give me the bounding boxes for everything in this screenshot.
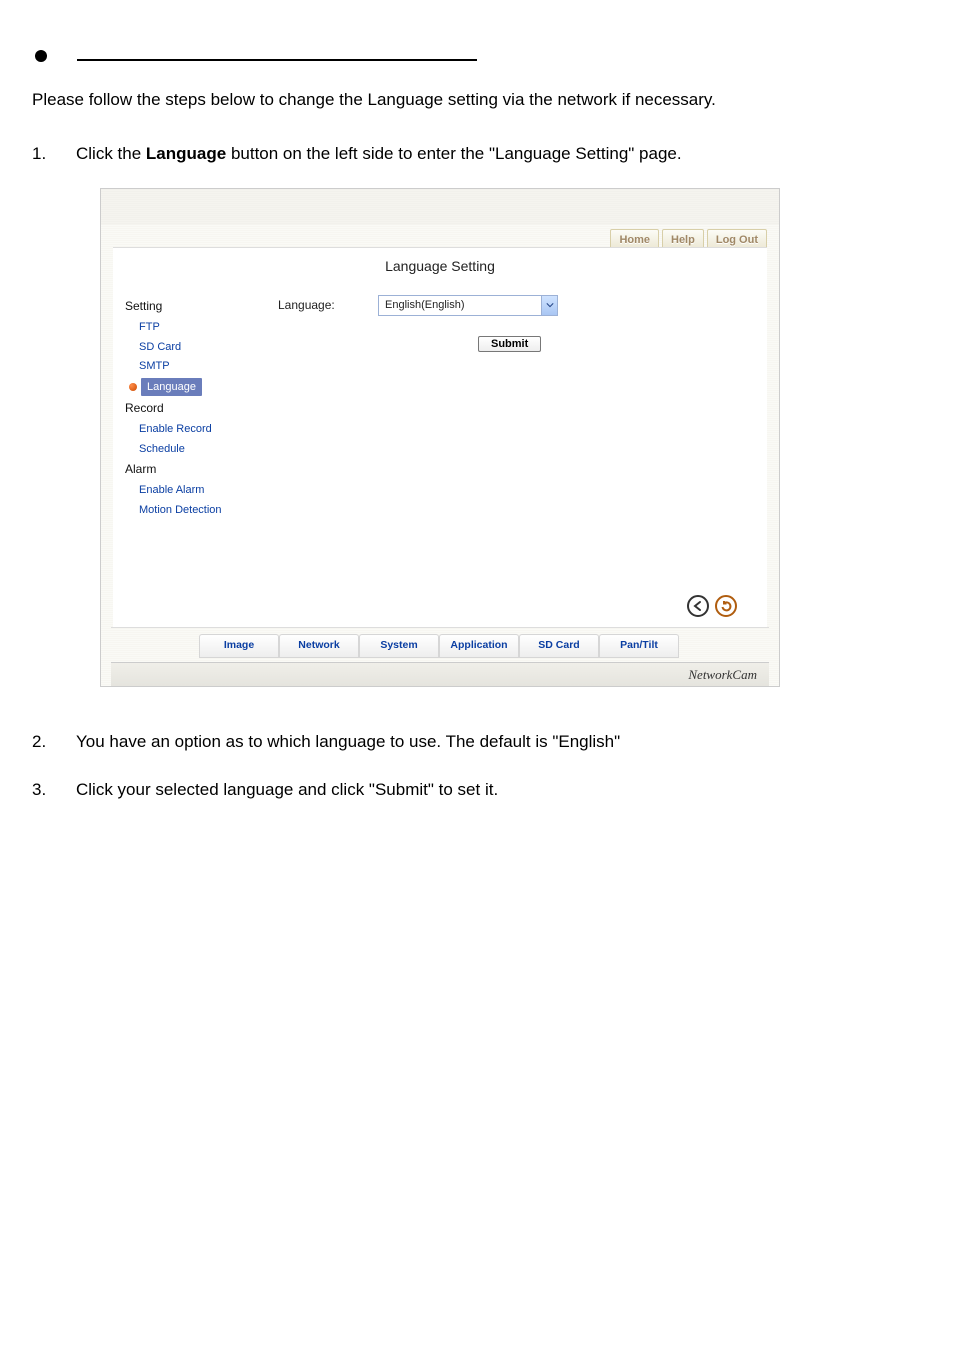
step-1: 1. Click the Language button on the left…: [32, 141, 924, 167]
tab-network[interactable]: Network: [279, 634, 359, 658]
active-orb-icon: [129, 383, 137, 391]
sidebar-item-language-label: Language: [141, 378, 202, 397]
tab-application[interactable]: Application: [439, 634, 519, 658]
chevron-down-icon: [541, 296, 557, 315]
sidebar-item-enable-record[interactable]: Enable Record: [139, 421, 278, 438]
step-2-body: You have an option as to which language …: [76, 729, 924, 755]
intro-text: Please follow the steps below to change …: [32, 87, 924, 113]
step-3-number: 3.: [32, 777, 76, 803]
sidebar-item-schedule[interactable]: Schedule: [139, 441, 278, 458]
sidebar-item-ftp[interactable]: FTP: [139, 319, 278, 336]
bottom-tab-bar: Image Network System Application SD Card…: [111, 627, 769, 662]
corner-icon-group: [687, 595, 737, 617]
step-2: 2. You have an option as to which langua…: [32, 729, 924, 755]
tab-image[interactable]: Image: [199, 634, 279, 658]
bullet-icon: [35, 50, 47, 62]
underline-placeholder: [77, 59, 477, 61]
sidebar-menu: Setting FTP SD Card SMTP Language Record…: [113, 295, 278, 521]
panel-title: Language Setting: [113, 256, 767, 277]
step-1-body: Click the Language button on the left si…: [76, 141, 924, 167]
main-form-area: Language: English(English) Submit: [278, 295, 767, 521]
sidebar-item-sdcard[interactable]: SD Card: [139, 339, 278, 356]
footer-brand: NetworkCam: [111, 662, 769, 687]
tab-system[interactable]: System: [359, 634, 439, 658]
screenshot-panel: Home Help Log Out Language Setting Setti…: [100, 188, 780, 687]
language-select[interactable]: English(English): [378, 295, 558, 316]
sidebar-item-enable-alarm[interactable]: Enable Alarm: [139, 482, 278, 499]
sidebar-item-language[interactable]: Language: [129, 378, 278, 397]
step-2-number: 2.: [32, 729, 76, 755]
step-1-bold: Language: [146, 144, 226, 163]
back-icon[interactable]: [687, 595, 709, 617]
step-1-post: button on the left side to enter the "La…: [226, 144, 681, 163]
step-3: 3. Click your selected language and clic…: [32, 777, 924, 803]
tab-pantilt[interactable]: Pan/Tilt: [599, 634, 679, 658]
language-field-label: Language:: [278, 296, 348, 314]
language-select-value: English(English): [379, 296, 541, 315]
tab-sdcard[interactable]: SD Card: [519, 634, 599, 658]
heading-bullet-row: [30, 50, 924, 62]
sidebar-heading-record: Record: [125, 399, 278, 417]
sidebar-item-smtp[interactable]: SMTP: [139, 358, 278, 375]
sidebar-heading-setting: Setting: [125, 297, 278, 315]
submit-button[interactable]: Submit: [478, 336, 541, 352]
step-1-pre: Click the: [76, 144, 146, 163]
sidebar-item-motion[interactable]: Motion Detection: [139, 502, 278, 519]
step-1-number: 1.: [32, 141, 76, 167]
refresh-icon[interactable]: [715, 595, 737, 617]
screenshot-top-shade: [101, 189, 779, 225]
sidebar-heading-alarm: Alarm: [125, 460, 278, 478]
step-3-body: Click your selected language and click "…: [76, 777, 924, 803]
